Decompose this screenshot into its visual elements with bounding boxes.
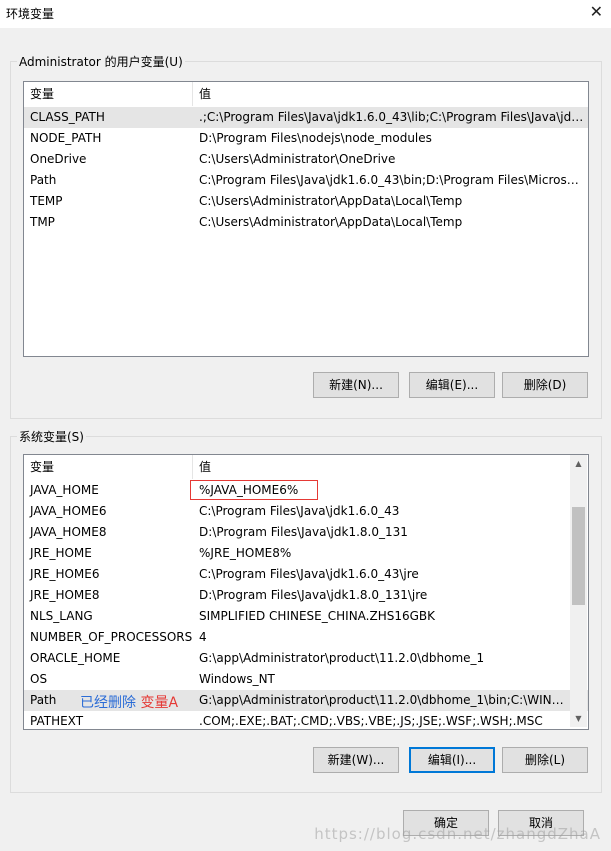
column-header-name[interactable]: 变量	[24, 455, 192, 479]
var-name: NLS_LANG	[30, 609, 93, 623]
user-vars-rows: CLASS_PATH .;C:\Program Files\Java\jdk1.6…	[24, 107, 588, 233]
var-value: G:\app\Administrator\product\11.2.0\dbho…	[199, 693, 567, 707]
annotation-var-text: 变量A	[140, 695, 179, 711]
scroll-thumb[interactable]	[572, 507, 585, 605]
table-row[interactable]: NODE_PATH D:\Program Files\nodejs\node_mo…	[24, 128, 588, 149]
var-name: TMP	[30, 215, 55, 229]
table-row[interactable]: NLS_LANG SIMPLIFIED CHINESE_CHINA.ZHS16GB…	[24, 606, 588, 627]
var-value: C:\Program Files\Java\jdk1.6.0_43	[199, 504, 400, 518]
table-row[interactable]: JRE_HOME8 D:\Program Files\Java\jdk1.8.0_…	[24, 585, 588, 606]
sys-vars-group-label: 系统变量(S)	[17, 428, 86, 445]
var-value: C:\Program Files\Java\jdk1.6.0_43\bin;D:…	[199, 173, 584, 187]
var-name: ORACLE_HOME	[30, 651, 121, 665]
vertical-scrollbar[interactable]: ▲ ▼	[570, 455, 587, 727]
var-name: Path	[30, 173, 57, 187]
table-row[interactable]: JAVA_HOME %JAVA_HOME6%	[24, 480, 588, 501]
var-value: C:\Users\Administrator\AppData\Local\Tem…	[199, 215, 463, 229]
var-name: TEMP	[30, 194, 63, 208]
table-row[interactable]: NUMBER_OF_PROCESSORS 4	[24, 627, 588, 648]
user-new-button[interactable]: 新建(N)...	[313, 372, 399, 398]
user-vars-list[interactable]: 变量 值 CLASS_PATH .;C:\Program Files\Java\j…	[23, 81, 589, 357]
var-value: D:\Program Files\Java\jdk1.8.0_131	[199, 525, 408, 539]
var-name: OS	[30, 672, 48, 686]
sys-vars-list[interactable]: 变量 值 JAVA_HOME %JAVA_HOME6% JAVA_HOME6 C:\P…	[23, 454, 589, 730]
column-header-value[interactable]: 值	[193, 455, 570, 479]
var-name: CLASS_PATH	[30, 110, 105, 124]
var-value: .COM;.EXE;.BAT;.CMD;.VBS;.VBE;.JS;.JSE;.…	[199, 714, 543, 728]
var-value: %JAVA_HOME6%	[199, 483, 299, 497]
table-row[interactable]: OS Windows_NT	[24, 669, 588, 690]
var-name: OneDrive	[30, 152, 87, 166]
close-icon[interactable]: ✕	[590, 2, 603, 21]
column-header-name[interactable]: 变量	[24, 82, 192, 106]
sys-vars-header: 变量 值	[24, 455, 588, 479]
var-value: 4	[199, 630, 207, 644]
var-value: C:\Users\Administrator\OneDrive	[199, 152, 396, 166]
sys-new-button[interactable]: 新建(W)...	[313, 747, 399, 773]
var-name: JAVA_HOME8	[30, 525, 107, 539]
var-value: D:\Program Files\nodejs\node_modules	[199, 131, 432, 145]
var-value: SIMPLIFIED CHINESE_CHINA.ZHS16GBK	[199, 609, 436, 623]
var-value: Windows_NT	[199, 672, 275, 686]
var-value: G:\app\Administrator\product\11.2.0\dbho…	[199, 651, 485, 665]
var-value: %JRE_HOME8%	[199, 546, 292, 560]
var-name: JAVA_HOME6	[30, 504, 107, 518]
user-vars-header: 变量 值	[24, 82, 588, 106]
user-delete-button[interactable]: 删除(D)	[502, 372, 588, 398]
sys-delete-button[interactable]: 删除(L)	[502, 747, 588, 773]
table-row[interactable]: CLASS_PATH .;C:\Program Files\Java\jdk1.6…	[24, 107, 588, 128]
var-name: NUMBER_OF_PROCESSORS	[30, 630, 193, 644]
var-name: JRE_HOME6	[30, 567, 100, 581]
user-vars-group-label: Administrator 的用户变量(U)	[17, 53, 185, 70]
var-name: NODE_PATH	[30, 131, 102, 145]
var-value: D:\Program Files\Java\jdk1.8.0_131\jre	[199, 588, 428, 602]
scroll-up-icon[interactable]: ▲	[570, 455, 587, 472]
table-row[interactable]: JRE_HOME6 C:\Program Files\Java\jdk1.6.0_…	[24, 564, 588, 585]
var-name: PATHEXT	[30, 714, 84, 728]
user-edit-button[interactable]: 编辑(E)...	[409, 372, 495, 398]
sys-edit-button[interactable]: 编辑(I)...	[409, 747, 495, 773]
scroll-down-icon[interactable]: ▼	[570, 710, 587, 727]
var-name: JRE_HOME	[30, 546, 92, 560]
var-value: .;C:\Program Files\Java\jdk1.6.0_43\lib;…	[199, 110, 584, 124]
column-header-value[interactable]: 值	[193, 82, 588, 106]
table-row[interactable]: Path C:\Program Files\Java\jdk1.6.0_43\bi…	[24, 170, 588, 191]
var-value: C:\Program Files\Java\jdk1.6.0_43\jre	[199, 567, 419, 581]
var-name: JRE_HOME8	[30, 588, 100, 602]
watermark: https://blog.csdn.net/zhangdZhaA	[314, 825, 601, 843]
table-row[interactable]: OneDrive C:\Users\Administrator\OneDrive	[24, 149, 588, 170]
annotation-deleted-text: 已经删除	[80, 695, 136, 711]
table-row[interactable]: JRE_HOME %JRE_HOME8%	[24, 543, 588, 564]
table-row[interactable]: TMP C:\Users\Administrator\AppData\Local\…	[24, 212, 588, 233]
table-row[interactable]: PATHEXT .COM;.EXE;.BAT;.CMD;.VBS;.VBE;.JS…	[24, 711, 588, 729]
var-name: Path	[30, 693, 57, 707]
table-row[interactable]: JAVA_HOME6 C:\Program Files\Java\jdk1.6.0…	[24, 501, 588, 522]
table-row[interactable]: TEMP C:\Users\Administrator\AppData\Local…	[24, 191, 588, 212]
table-row[interactable]: ORACLE_HOME G:\app\Administrator\product\…	[24, 648, 588, 669]
window-title: 环境变量	[6, 7, 55, 21]
title-bar: 环境变量 ✕	[0, 0, 611, 28]
var-value: C:\Users\Administrator\AppData\Local\Tem…	[199, 194, 463, 208]
deleted-annotation: 已经删除 变量A	[80, 692, 178, 712]
var-name: JAVA_HOME	[30, 483, 99, 497]
table-row[interactable]: JAVA_HOME8 D:\Program Files\Java\jdk1.8.0…	[24, 522, 588, 543]
